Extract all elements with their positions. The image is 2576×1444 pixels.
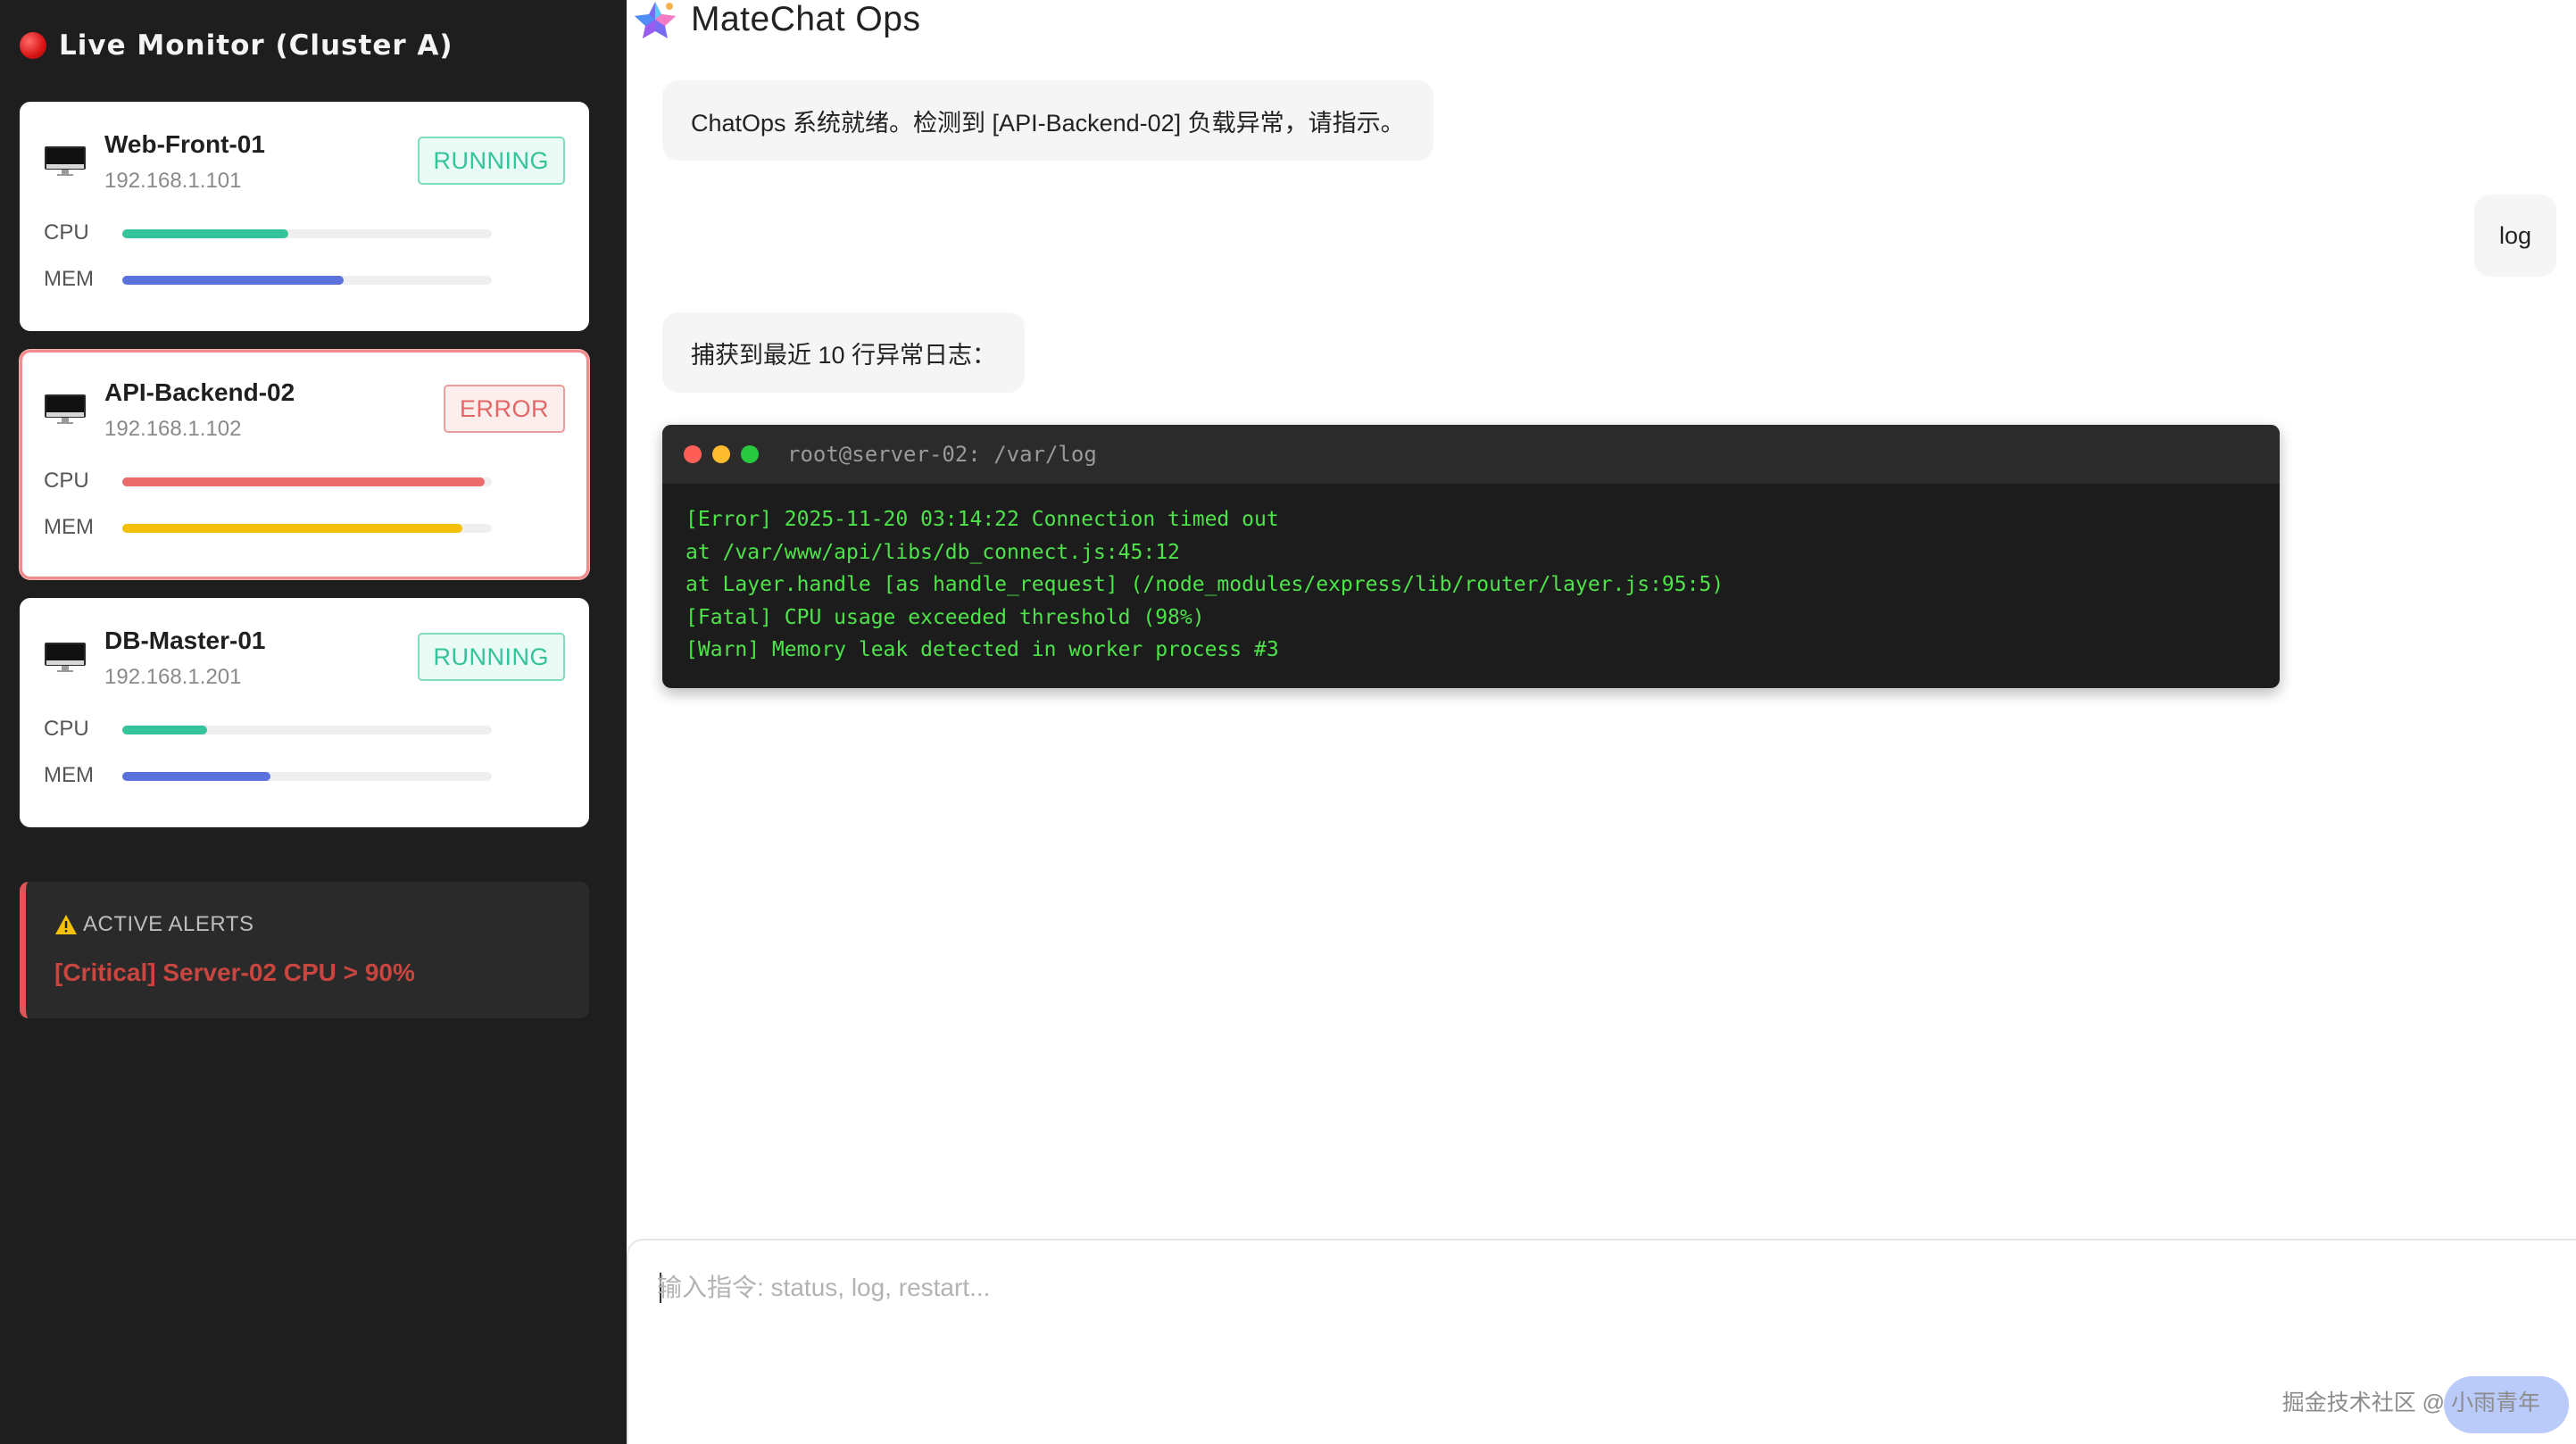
monitor-icon <box>45 394 86 424</box>
assistant-message: 捕获到最近 10 行异常日志： <box>662 312 1026 393</box>
cpu-bar <box>122 229 492 238</box>
live-indicator-icon <box>20 32 46 59</box>
active-alerts-panel: ACTIVE ALERTS [Critical] Server-02 CPU >… <box>20 882 589 1018</box>
cpu-label: CPU <box>44 469 89 493</box>
assistant-message: ChatOps 系统就绪。检测到 [API-Backend-02] 负载异常，请… <box>662 80 1433 161</box>
server-card-api-backend-02[interactable]: API-Backend-02 192.168.1.102 ERROR CPU M… <box>20 350 589 579</box>
message-text: 捕获到最近 10 行异常日志： <box>691 341 997 369</box>
alert-message[interactable]: [Critical] Server-02 CPU > 90% <box>54 959 415 987</box>
monitor-icon <box>45 146 86 176</box>
message-text: ChatOps 系统就绪。检测到 [API-Backend-02] 负载异常，请… <box>691 109 1405 137</box>
server-card-db-master-01[interactable]: DB-Master-01 192.168.1.201 RUNNING CPU M… <box>20 598 589 827</box>
mem-bar-fill <box>122 524 462 533</box>
log-line: [Warn] Memory leak detected in worker pr… <box>686 638 1279 661</box>
minimize-dot-icon <box>712 445 730 463</box>
status-badge: RUNNING <box>417 137 565 185</box>
server-ip: 192.168.1.102 <box>104 417 242 441</box>
server-ip: 192.168.1.201 <box>104 665 242 689</box>
alerts-title: ACTIVE ALERTS <box>83 912 254 936</box>
server-ip: 192.168.1.101 <box>104 169 242 193</box>
cpu-label: CPU <box>44 717 89 741</box>
mem-bar <box>122 524 492 533</box>
terminal-titlebar: root@server-02: /var/log <box>662 425 2280 484</box>
maximize-dot-icon <box>741 445 759 463</box>
server-name: DB-Master-01 <box>104 627 266 654</box>
log-line: at Layer.handle [as handle_request] (/no… <box>686 573 1724 596</box>
mem-bar-fill <box>122 772 270 781</box>
watermark: 掘金技术社区 @ 小雨青年 <box>2281 1390 2540 1415</box>
close-dot-icon <box>684 445 702 463</box>
alerts-header: ACTIVE ALERTS <box>54 912 253 937</box>
mem-label: MEM <box>44 515 94 539</box>
sidebar-title-text: Live Monitor (Cluster A) <box>59 29 453 62</box>
server-name: API-Backend-02 <box>104 378 295 406</box>
cpu-bar <box>122 477 492 486</box>
cpu-label: CPU <box>44 220 89 245</box>
mem-label: MEM <box>44 267 94 291</box>
input-area: 掘金技术社区 @ 小雨青年 <box>627 1239 2576 1444</box>
terminal-body: [Error] 2025-11-20 03:14:22 Connection t… <box>662 484 2280 667</box>
matechat-logo-icon <box>635 2 676 38</box>
cpu-bar <box>122 726 492 734</box>
mem-bar <box>122 276 492 285</box>
mem-bar-fill <box>122 276 345 285</box>
status-badge: ERROR <box>443 385 565 433</box>
mem-bar <box>122 772 492 781</box>
terminal-title: root@server-02: /var/log <box>787 442 1097 467</box>
warning-icon <box>55 915 77 934</box>
app-title: MateChat Ops <box>691 0 921 38</box>
log-line: [Fatal] CPU usage exceeded threshold (98… <box>686 605 1205 629</box>
log-line: at /var/www/api/libs/db_connect.js:45:12 <box>686 540 1180 564</box>
chat-header: MateChat Ops <box>632 0 920 39</box>
message-text: log <box>2499 221 2532 249</box>
log-line: [Error] 2025-11-20 03:14:22 Connection t… <box>686 508 1279 531</box>
mem-label: MEM <box>44 763 94 787</box>
command-input[interactable] <box>657 1266 1907 1310</box>
cpu-bar-fill <box>122 477 485 486</box>
sidebar-title: Live Monitor (Cluster A) <box>20 27 453 64</box>
terminal-window: root@server-02: /var/log [Error] 2025-11… <box>662 425 2280 688</box>
sidebar: Live Monitor (Cluster A) Web-Front-01 19… <box>0 0 627 1444</box>
monitor-icon <box>45 643 86 672</box>
server-name: Web-Front-01 <box>104 130 265 158</box>
status-badge: RUNNING <box>417 633 565 681</box>
user-message: log <box>2474 195 2557 277</box>
cpu-bar-fill <box>122 726 208 734</box>
server-card-web-front-01[interactable]: Web-Front-01 192.168.1.101 RUNNING CPU M… <box>20 102 589 331</box>
cpu-bar-fill <box>122 229 289 238</box>
